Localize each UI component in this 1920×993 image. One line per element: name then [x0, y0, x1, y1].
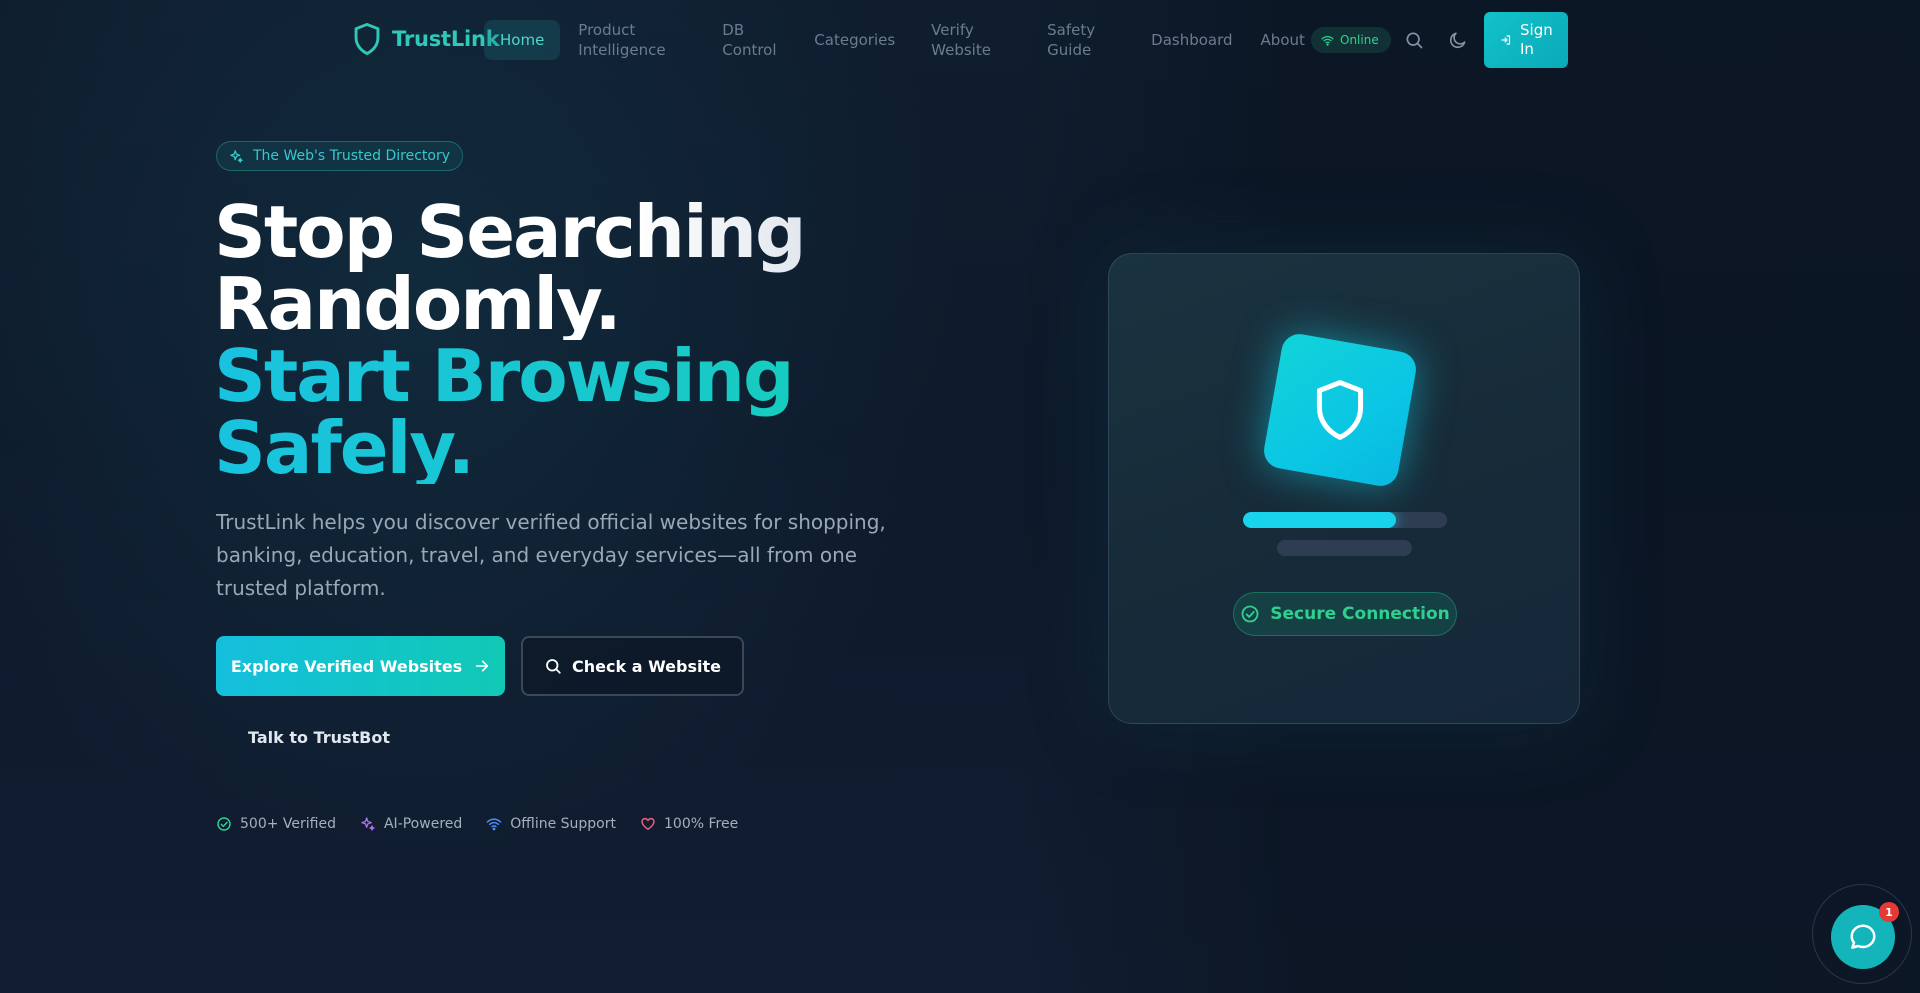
background-glow: [0, 0, 1050, 993]
online-status-badge: Online: [1311, 27, 1391, 53]
explore-verified-websites-button[interactable]: Explore Verified Websites: [216, 636, 505, 696]
nav-item-dashboard[interactable]: Dashboard: [1133, 20, 1250, 60]
hero-badge-label: The Web's Trusted Directory: [253, 148, 450, 164]
chat-notification-badge: 1: [1879, 902, 1899, 922]
feature-offline-support: Offline Support: [486, 816, 616, 832]
brand-logo[interactable]: TrustLink: [352, 22, 500, 56]
hero-headline: Stop Searching Randomly. Start Browsing …: [214, 196, 974, 484]
secure-connection-badge: Secure Connection: [1233, 592, 1457, 636]
security-preview-card: Secure Connection: [1108, 253, 1580, 724]
hero-description: TrustLink helps you discover verified of…: [216, 510, 886, 600]
nav-links: Home Product Intelligence DB Control Cat…: [484, 20, 1315, 60]
chat-icon: [1850, 924, 1876, 949]
scan-progress-fill: [1243, 512, 1396, 528]
login-icon: [1501, 35, 1511, 45]
shield-icon: [354, 22, 380, 56]
feature-label: 500+ Verified: [240, 816, 336, 832]
check-circle-icon: [217, 817, 231, 831]
feature-ai-powered: AI-Powered: [360, 816, 462, 832]
loading-placeholder-bar: [1277, 540, 1412, 556]
feature-label: AI-Powered: [383, 816, 463, 832]
talk-to-trustbot-button[interactable]: Talk to TrustBot: [248, 728, 390, 747]
nav-item-verify-website[interactable]: Verify Website: [913, 20, 1029, 60]
scan-progress-bar: [1243, 512, 1447, 528]
shield-tile: [1261, 331, 1419, 489]
shield-icon: [1316, 380, 1364, 440]
check-website-label: Check a Website: [572, 656, 721, 676]
wifi-icon: [1321, 35, 1334, 46]
search-icon: [546, 659, 561, 674]
hero-badge: The Web's Trusted Directory: [216, 141, 463, 171]
secure-connection-label: Secure Connection: [1270, 604, 1450, 624]
headline-line-1: Stop Searching Randomly.: [214, 196, 974, 340]
headline-line-2: Start Browsing Safely.: [214, 340, 974, 484]
feature-label: Offline Support: [510, 816, 616, 832]
feature-list: 500+ Verified AI-Powered Offline Support…: [216, 816, 738, 832]
nav-item-product-intelligence[interactable]: Product Intelligence: [560, 20, 704, 60]
online-status-label: Online: [1340, 33, 1379, 47]
wifi-icon: [486, 818, 502, 831]
explore-button-label: Explore Verified Websites: [230, 656, 463, 676]
nav-item-home[interactable]: Home: [484, 20, 561, 60]
nav-item-about[interactable]: About: [1251, 20, 1315, 60]
check-website-button[interactable]: Check a Website: [521, 636, 744, 696]
sign-in-label: Sign In: [1520, 21, 1553, 58]
top-navbar: TrustLink Home Product Intelligence DB C…: [0, 0, 1920, 80]
nav-item-db-control[interactable]: DB Control: [704, 20, 796, 60]
nav-item-safety-guide[interactable]: Safety Guide: [1029, 20, 1133, 60]
arrow-right-icon: [476, 660, 489, 672]
search-icon: [1406, 32, 1423, 49]
sparkles-icon: [361, 817, 375, 831]
feature-free: 100% Free: [640, 816, 738, 832]
theme-toggle-button[interactable]: [1446, 28, 1470, 52]
nav-item-categories[interactable]: Categories: [796, 20, 913, 60]
sparkles-icon: [230, 149, 243, 163]
heart-icon: [641, 817, 655, 831]
search-button[interactable]: [1402, 28, 1426, 52]
check-circle-icon: [1241, 605, 1259, 623]
feature-label: 100% Free: [664, 816, 739, 832]
feature-verified: 500+ Verified: [216, 816, 336, 832]
moon-icon: [1449, 32, 1466, 49]
sign-in-button[interactable]: Sign In: [1484, 12, 1568, 68]
